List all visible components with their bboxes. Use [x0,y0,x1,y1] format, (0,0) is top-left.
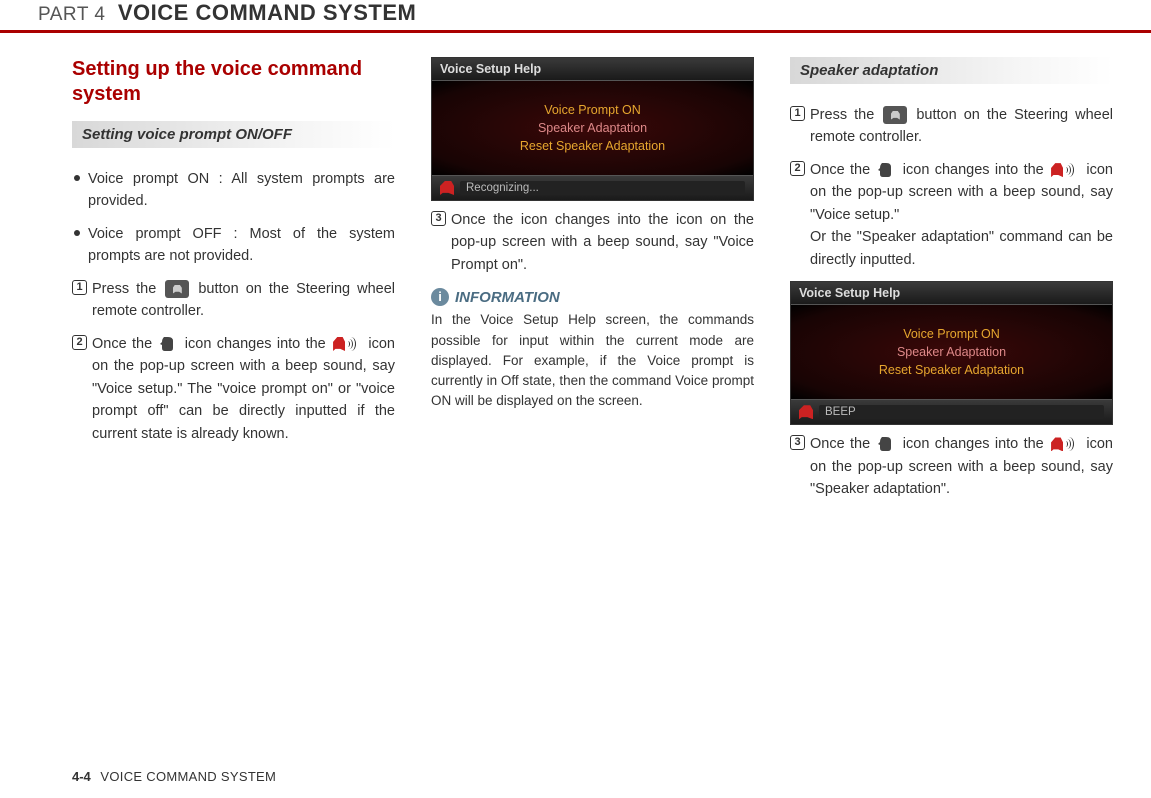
screenshot-status-bar: Recognizing... [432,175,753,200]
step-number-icon: 2 [790,161,805,176]
footer-title: VOICE COMMAND SYSTEM [100,769,276,784]
step-3: 3 Once the icon changes into the icon on… [790,433,1113,500]
step-number-icon: 3 [790,435,805,450]
screenshot-menu-item: Voice Prompt ON [799,325,1104,343]
step-text: Or the "Speaker adaptation" command can … [810,229,1113,267]
section-title: Setting up the voice command system [72,57,395,107]
screenshot-status-text: BEEP [819,405,1104,419]
step-text: Press the [92,281,163,297]
page-number: 4-4 [72,769,91,784]
step-text: Once the [810,162,875,178]
bullet-item: Voice prompt ON : All system prompts are… [72,168,395,213]
screenshot-status-text: Recognizing... [460,181,745,195]
head-silhouette-icon [159,335,177,353]
content-columns: Setting up the voice command system Sett… [0,57,1151,511]
info-label: INFORMATION [455,289,560,306]
part-label: PART 4 [38,4,105,25]
step-text: Once the icon changes into the icon on t… [451,212,754,273]
bullet-item: Voice prompt OFF : Most of the system pr… [72,223,395,268]
screenshot-menu-item: Speaker Adaptation [799,343,1104,361]
column-2: Voice Setup Help Voice Prompt ON Speaker… [431,57,754,511]
step-text: icon changes into the [903,162,1049,178]
step-text: Once the [810,436,875,452]
screenshot-body: Voice Prompt ON Speaker Adaptation Reset… [791,305,1112,399]
screenshot-status-bar: BEEP [791,399,1112,424]
column-3: Speaker adaptation 1 Press the button on… [790,57,1113,511]
step-number-icon: 2 [72,335,87,350]
sub-heading-speaker-adaptation: Speaker adaptation [790,57,1113,84]
speaking-head-icon [1051,435,1079,453]
screenshot-menu-item: Speaker Adaptation [440,119,745,137]
speaking-head-icon [333,335,361,353]
talk-button-icon [883,106,907,124]
step-number-icon: 1 [72,280,87,295]
screenshot-menu-item: Reset Speaker Adaptation [440,137,745,155]
step-2: 2 Once the icon changes into the icon on… [790,159,1113,271]
screenshot-menu-item: Reset Speaker Adaptation [799,361,1104,379]
step-number-icon: 1 [790,106,805,121]
talk-button-icon [165,280,189,298]
screenshot-title: Voice Setup Help [791,282,1112,305]
speaking-head-icon [799,405,813,419]
info-icon: i [431,288,449,306]
part-title: VOICE COMMAND SYSTEM [118,0,416,25]
voice-setup-screenshot: Voice Setup Help Voice Prompt ON Speaker… [431,57,754,201]
screenshot-body: Voice Prompt ON Speaker Adaptation Reset… [432,81,753,175]
page-header: PART 4 VOICE COMMAND SYSTEM [0,0,1151,33]
column-1: Setting up the voice command system Sett… [72,57,395,511]
step-3: 3 Once the icon changes into the icon on… [431,209,754,276]
speaking-head-icon [1051,161,1079,179]
information-heading: i INFORMATION [431,288,754,306]
step-number-icon: 3 [431,211,446,226]
head-silhouette-icon [877,161,895,179]
step-text: Press the [810,107,881,123]
step-text: icon changes into the [903,436,1049,452]
step-2: 2 Once the icon changes into the icon on… [72,333,395,445]
page-footer: 4-4 VOICE COMMAND SYSTEM [72,769,276,784]
sub-heading-voice-prompt: Setting voice prompt ON/OFF [72,121,395,148]
step-text: Once the [92,336,157,352]
head-silhouette-icon [877,435,895,453]
screenshot-menu-item: Voice Prompt ON [440,101,745,119]
screenshot-title: Voice Setup Help [432,58,753,81]
info-text: In the Voice Setup Help screen, the comm… [431,310,754,411]
voice-setup-screenshot: Voice Setup Help Voice Prompt ON Speaker… [790,281,1113,425]
step-text: icon changes into the [185,336,331,352]
step-1: 1 Press the button on the Steering wheel… [72,278,395,323]
speaking-head-icon [440,181,454,195]
step-1: 1 Press the button on the Steering wheel… [790,104,1113,149]
